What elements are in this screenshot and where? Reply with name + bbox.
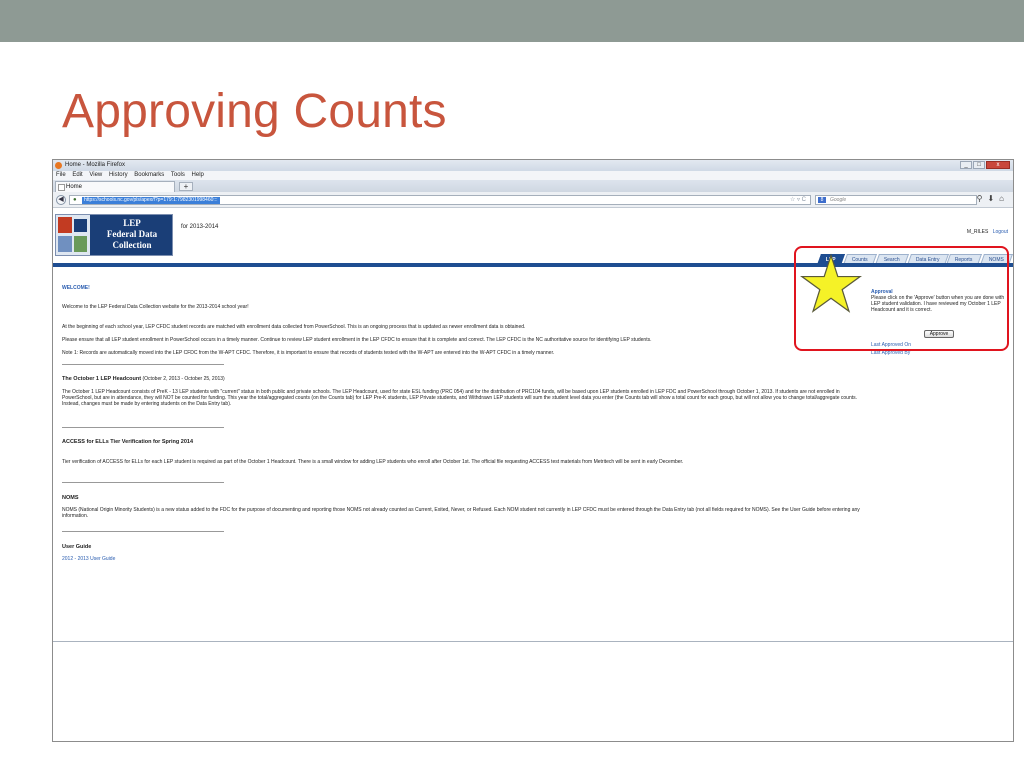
user-area: M_RILES Logout	[967, 229, 1008, 235]
minimize-icon[interactable]: _	[960, 161, 972, 169]
enrollment-paragraph: At the beginning of each school year, LE…	[62, 324, 526, 330]
headcount-heading: The October 1 LEP Headcount (October 2, …	[62, 376, 225, 382]
menu-bookmarks[interactable]: Bookmarks	[134, 172, 164, 178]
close-icon[interactable]: x	[986, 161, 1010, 169]
logo-line-2: Federal Data	[106, 229, 158, 239]
logout-link[interactable]: Logout	[993, 229, 1008, 235]
browser-navbar: ◀ ● https://schools.nc.gov/pls/apex/f?p=…	[53, 192, 1013, 208]
note-paragraph: Note 1: Records are automatically moved …	[62, 350, 555, 356]
url-text[interactable]: https://schools.nc.gov/pls/apex/f?p=179:…	[82, 197, 220, 204]
slide-header-band	[0, 0, 1024, 42]
maximize-icon[interactable]: □	[973, 161, 985, 169]
logo-line-1: LEP	[123, 218, 141, 228]
username: M_RILES	[966, 229, 989, 235]
toolbar-icons[interactable]: ⚲⬇⌂	[977, 194, 1009, 203]
school-year-label: for 2013-2014	[181, 224, 219, 230]
separator	[62, 364, 224, 365]
menu-file[interactable]: File	[56, 172, 66, 178]
user-guide-heading: User Guide	[62, 544, 92, 550]
welcome-heading: WELCOME!	[62, 285, 90, 291]
access-heading: ACCESS for ELLs Tier Verification for Sp…	[62, 439, 194, 445]
menu-help[interactable]: Help	[192, 172, 204, 178]
browser-titlebar: Home - Mozilla Firefox _ □ x	[53, 160, 1013, 171]
reload-icon[interactable]: ☆ ▿ C	[790, 196, 806, 205]
star-icon	[800, 253, 862, 313]
browser-menubar: File Edit View History Bookmarks Tools H…	[53, 171, 1013, 180]
back-arrow-icon[interactable]: ◀	[56, 195, 66, 205]
lock-icon: ●	[73, 197, 77, 203]
powerschool-paragraph: Please ensure that all LEP student enrol…	[62, 337, 652, 343]
browser-tabbar: Home +	[53, 180, 1013, 192]
access-paragraph: Tier verification of ACCESS for ELLs for…	[62, 459, 684, 465]
menu-tools[interactable]: Tools	[171, 172, 185, 178]
browser-tab-home[interactable]: Home	[55, 181, 175, 192]
separator	[62, 427, 224, 428]
search-input[interactable]: Google	[815, 195, 977, 205]
logo-photos	[56, 215, 90, 255]
separator	[62, 531, 224, 532]
firefox-icon	[55, 162, 62, 169]
headcount-paragraph: The October 1 LEP Headcount consists of …	[62, 389, 858, 407]
menu-history[interactable]: History	[109, 172, 128, 178]
footer-rule	[53, 641, 1013, 642]
noms-paragraph: NOMS (National Origin Minority Students)…	[62, 507, 860, 519]
welcome-paragraph: Welcome to the LEP Federal Data Collecti…	[62, 304, 249, 310]
browser-screenshot: Home - Mozilla Firefox _ □ x File Edit V…	[52, 159, 1014, 742]
new-tab-button[interactable]: +	[179, 182, 193, 191]
separator	[62, 482, 224, 483]
noms-heading: NOMS	[62, 495, 79, 501]
menu-edit[interactable]: Edit	[72, 172, 82, 178]
user-guide-link[interactable]: 2012 - 2013 User Guide	[62, 556, 862, 562]
url-bar[interactable]: ● https://schools.nc.gov/pls/apex/f?p=17…	[69, 195, 811, 205]
slide-title: Approving Counts	[62, 85, 447, 138]
window-title: Home - Mozilla Firefox	[65, 162, 126, 168]
lep-fdc-logo: LEP Federal Data Collection	[55, 214, 173, 256]
window-controls: _ □ x	[960, 161, 1010, 169]
menu-view[interactable]: View	[89, 172, 102, 178]
logo-line-3: Collection	[112, 240, 152, 250]
